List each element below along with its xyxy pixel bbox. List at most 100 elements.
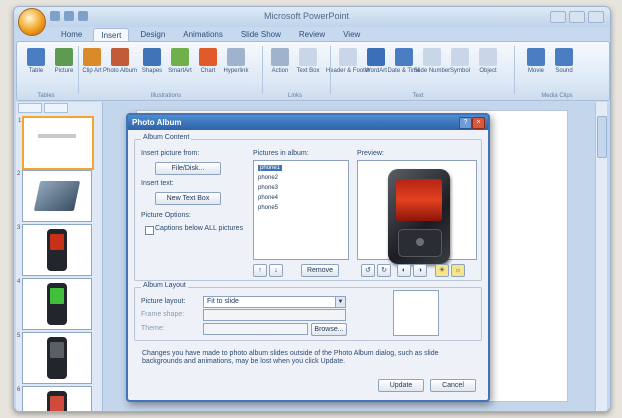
tab-view[interactable]: View [336,28,367,41]
picture-button[interactable]: Picture [51,48,77,78]
sound-button[interactable]: Sound [551,48,577,78]
symbol-icon [451,48,469,66]
slide-thumbnail[interactable]: 4 [17,278,92,330]
slides-panel: 1 2 3 4 5 6 [16,102,103,411]
text-box-button[interactable]: Text Box [295,48,321,78]
remove-button[interactable]: Remove [301,264,339,277]
picture-layout-select[interactable]: Fit to slide ▼ [203,296,346,308]
undo-icon[interactable] [64,11,74,21]
maximize-button[interactable] [569,11,585,23]
laptop-picture [33,181,81,211]
ribbon-group-label: Links [287,93,302,99]
phone-picture [388,169,450,264]
contrast-up-icon[interactable]: ◐ [397,264,411,277]
slide-thumbnail[interactable]: 6 [17,386,92,411]
theme-label: Theme: [141,325,165,332]
dialog-close-button[interactable]: × [472,117,485,129]
clip-art-icon [83,48,101,66]
slide-number: 5 [17,333,21,339]
slide-number: 6 [17,387,21,393]
theme-input[interactable] [203,323,308,335]
phone-keypad [398,229,442,257]
picture-layout-label: Picture layout: [141,298,186,305]
ribbon-group-separator [514,46,515,94]
picture-preview [357,160,477,264]
slide-number-button[interactable]: Slide Number [414,48,450,78]
move-down-button[interactable]: ↓ [269,264,283,277]
symbol-button[interactable]: Symbol [447,48,473,78]
ribbon-button-label: Object [479,68,497,74]
ribbon-group-separator [262,46,263,94]
tab-insert[interactable]: Insert [93,28,130,42]
ribbon-group-label: Tables [37,93,55,99]
hyperlink-button[interactable]: Hyperlink [223,48,249,78]
brightness-up-icon[interactable]: ☀ [435,264,449,277]
ribbon-group-separator [330,46,331,94]
tab-home[interactable]: Home [54,28,89,41]
shapes-button[interactable]: Shapes [139,48,165,78]
vertical-scrollbar[interactable] [595,102,607,411]
wordart-button[interactable]: WordArt [363,48,389,78]
browse-button[interactable]: Browse... [311,323,347,336]
tab-slides[interactable] [18,103,42,113]
update-button[interactable]: Update [378,379,424,392]
insert-text-label: Insert text: [141,180,174,187]
picture-list-item[interactable]: phone3 [258,185,278,191]
new-text-box-button[interactable]: New Text Box [155,192,221,205]
wordart-icon [367,48,385,66]
album-content-group: Album Content Insert picture from: File/… [134,134,482,281]
title-slide-art [38,134,76,138]
slide-thumbnail[interactable]: 5 [17,332,92,384]
file-disk-button[interactable]: File/Disk... [155,162,221,175]
quick-access-toolbar [50,11,88,23]
pictures-in-album-label: Pictures in album: [253,150,309,157]
tab-outline[interactable] [44,103,68,113]
ribbon-button-label: Hyperlink [223,68,249,74]
frame-shape-select[interactable] [203,309,346,321]
ribbon-button-label: Slide Number [413,68,451,74]
slide-thumbnail[interactable]: 1 [18,116,94,170]
save-icon[interactable] [50,11,60,21]
ribbon-tabs: Home Insert Design Animations Slide Show Revi… [54,28,367,42]
object-button[interactable]: Object [475,48,501,78]
rotate-left-icon[interactable]: ↺ [361,264,375,277]
text-box-icon [299,48,317,66]
tab-slide-show[interactable]: Slide Show [234,28,288,41]
pictures-list[interactable]: phone1 phone2 phone3 phone4 phone5 [253,160,349,260]
phone-screen [50,342,64,358]
minimize-button[interactable] [550,11,566,23]
picture-icon [55,48,73,66]
rotate-right-icon[interactable]: ↻ [377,264,391,277]
tab-review[interactable]: Review [292,28,332,41]
scrollbar-thumb[interactable] [597,116,607,158]
phone-picture [47,391,67,411]
picture-list-item[interactable]: phone2 [258,175,278,181]
slide-thumbnail[interactable]: 2 [17,170,92,222]
clip-art-button[interactable]: Clip Art [79,48,105,78]
tab-animations[interactable]: Animations [176,28,230,41]
picture-options-label: Picture Options: [141,212,191,219]
cancel-button[interactable]: Cancel [430,379,476,392]
movie-button[interactable]: Movie [523,48,549,78]
action-button[interactable]: Action [267,48,293,78]
picture-list-item[interactable]: phone5 [258,205,278,211]
photo-album-button[interactable]: Photo Album [103,48,137,78]
contrast-down-icon[interactable]: ◑ [413,264,427,277]
chart-button[interactable]: Chart [195,48,221,78]
warning-note: Changes you have made to photo album sli… [142,350,439,365]
picture-list-item[interactable]: phone1 [258,165,283,171]
redo-icon[interactable] [78,11,88,21]
captions-checkbox[interactable] [145,226,154,235]
ribbon-group-label: Media Clips [541,93,573,99]
smartart-button[interactable]: SmartArt [167,48,193,78]
close-button[interactable] [588,11,604,23]
slide-thumbnail[interactable]: 3 [17,224,92,276]
header-footer-button[interactable]: Header & Footer [326,48,370,78]
help-button[interactable]: ? [459,117,472,129]
office-button[interactable] [18,8,46,36]
table-button[interactable]: Table [23,48,49,78]
tab-design[interactable]: Design [133,28,172,41]
brightness-down-icon[interactable]: ☼ [451,264,465,277]
move-up-button[interactable]: ↑ [253,264,267,277]
picture-list-item[interactable]: phone4 [258,195,278,201]
